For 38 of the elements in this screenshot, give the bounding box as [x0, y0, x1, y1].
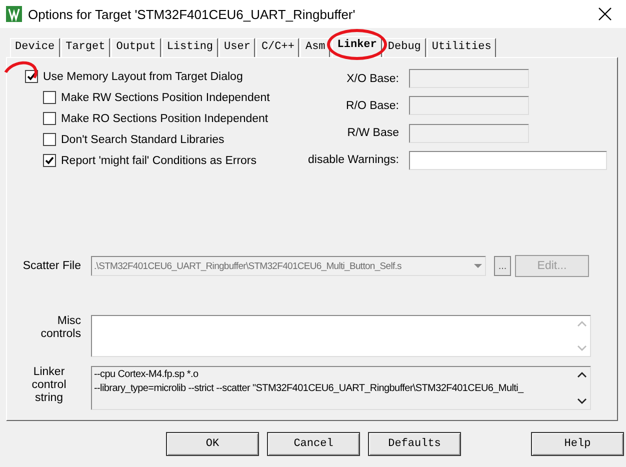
tab[interactable]: Listing [162, 38, 218, 57]
tab[interactable]: Linker [332, 36, 382, 57]
tab[interactable]: User [219, 38, 256, 57]
linker-command-text: --cpu Cortex-M4.fp.sp *.o --library_type=microlib --strict --scatter "STM32F401CEU6_UART_Ringbuffer\STM32F401CEU6_Multi_ [93, 368, 525, 396]
checkbox-label: Report 'might fail' Conditions as Errors [61, 154, 256, 166]
field-label: Scatter File [22, 260, 81, 272]
checkbox-label: Don't Search Standard Libraries [61, 134, 224, 146]
checkbox[interactable] [43, 133, 56, 146]
field-label: R/W Base [346, 127, 399, 140]
tab[interactable]: Output [111, 38, 161, 57]
checkbox[interactable] [43, 91, 56, 104]
dialog-button[interactable]: OK [166, 432, 259, 456]
checkbox-label: Make RO Sections Position Independent [61, 112, 268, 124]
tab[interactable]: Target [60, 38, 110, 57]
checkbox[interactable] [43, 112, 56, 125]
tab[interactable]: Debug [382, 38, 426, 57]
field-label: Linker control string [30, 366, 68, 405]
field-label: X/O Base: [346, 72, 399, 85]
scroll-down-icon[interactable] [577, 398, 587, 405]
dialog-button[interactable]: Cancel [267, 432, 360, 456]
scroll-up-icon[interactable] [577, 371, 587, 378]
tab[interactable]: Asm [300, 38, 330, 57]
close-icon[interactable] [598, 7, 612, 21]
annotation-circle [327, 29, 387, 60]
tab[interactable]: C/C++ [256, 38, 300, 57]
window-title: Options for Target 'STM32F401CEU6_UART_Ringbuffer' [28, 6, 356, 22]
checkbox-label: Make RW Sections Position Independent [61, 92, 270, 104]
dialog-button[interactable]: Defaults [368, 432, 461, 456]
tab[interactable]: Utilities [426, 38, 496, 57]
field-label: R/O Base: [344, 100, 399, 112]
checkbox[interactable] [43, 154, 56, 167]
checkbox-label: Use Memory Layout from Target Dialog [43, 70, 243, 82]
tab[interactable]: Device [10, 38, 60, 57]
dialog-button[interactable]: Help [531, 432, 624, 456]
input-field[interactable] [409, 150, 607, 170]
app-logo-icon [6, 6, 22, 22]
field-label: Misc controls [40, 315, 81, 341]
field-label: disable Warnings: [308, 154, 399, 166]
